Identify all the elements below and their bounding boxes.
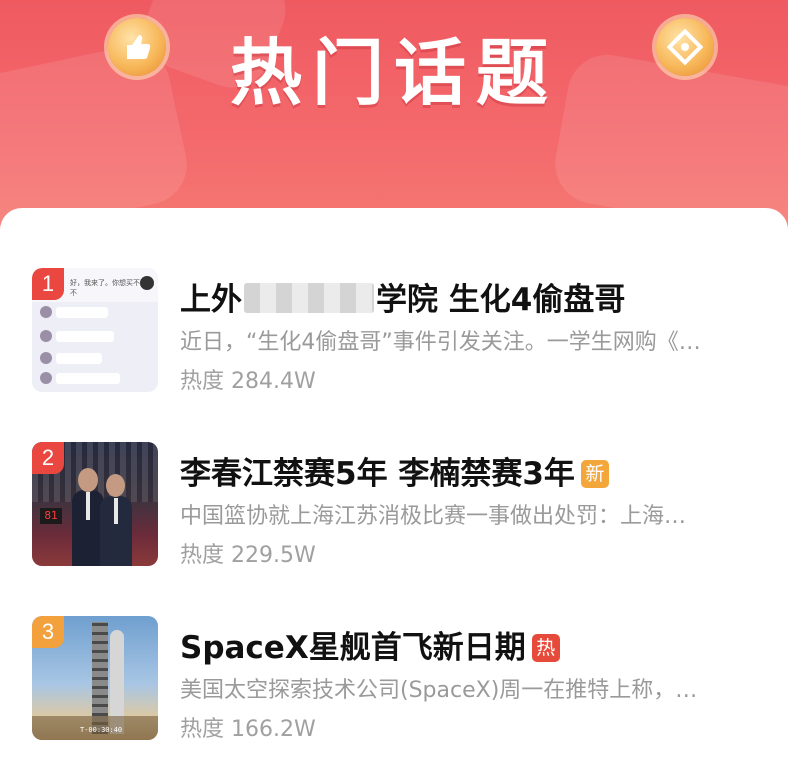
person-head [106, 474, 125, 497]
topic-title[interactable]: 上外 学院 生化4偷盘哥 [180, 274, 625, 319]
chat-bubble [56, 307, 108, 318]
new-tag: 新 [580, 460, 609, 488]
scoreboard: 81 [40, 508, 62, 524]
topic-thumbnail-rocket: T-00:30:40 3 [32, 616, 158, 740]
topic-title-text: 李春江禁赛5年 李楠禁赛3年 [180, 456, 575, 492]
heat-count: 热度 284.4W [180, 369, 316, 394]
avatar [140, 276, 154, 290]
chat-bubble [56, 373, 120, 384]
rank-badge: 2 [32, 442, 64, 474]
topic-title-text: SpaceX星舰首飞新日期 [180, 630, 526, 666]
shirt [86, 492, 90, 520]
topic-description: 美国太空探索技术公司(SpaceX)周一在推特上称，… [180, 678, 698, 703]
chat-bubble [56, 353, 102, 364]
chat-bubble [56, 331, 114, 342]
avatar [40, 372, 52, 384]
topic-item-3[interactable]: T-00:30:40 3 SpaceX星舰首飞新日期热 美国太空探索技术公司(S… [32, 616, 772, 742]
topic-title-start: 上外 [180, 282, 242, 318]
avatar [40, 306, 52, 318]
person-head [78, 468, 98, 492]
topic-description: 中国篮协就上海江苏消极比赛一事做出处罚：上海… [180, 504, 687, 529]
topic-description: 近日，“生化4偷盘哥”事件引发关注。一学生网购《… [180, 330, 701, 355]
topic-thumbnail-chat: 好，我来了。你想买不还是不 1 [32, 268, 158, 392]
topic-list: 好，我来了。你想买不还是不 1 上外 学院 生化4偷盘哥 近日，“生化4偷盘哥”事… [0, 208, 788, 763]
page-title: 热门话题 [229, 31, 558, 115]
topic-item-2[interactable]: 81 2 李春江禁赛5年 李楠禁赛3年新 中国篮协就上海江苏消极比赛一事做出处罚… [32, 442, 772, 568]
redacted-text [244, 283, 374, 313]
hot-tag: 热 [531, 634, 560, 662]
hot-topics-banner: 热门话题 [0, 0, 788, 240]
topic-item-1[interactable]: 好，我来了。你想买不还是不 1 上外 学院 生化4偷盘哥 近日，“生化4偷盘哥”事… [32, 268, 772, 394]
heat-count: 热度 166.2W [180, 717, 316, 742]
countdown-timestamp: T-00:30:40 [80, 726, 123, 734]
rank-badge: 1 [32, 268, 64, 300]
topic-thumbnail-basketball: 81 2 [32, 442, 158, 566]
avatar [40, 330, 52, 342]
shirt [114, 498, 118, 524]
avatar [40, 352, 52, 364]
topic-title[interactable]: 李春江禁赛5年 李楠禁赛3年新 [180, 448, 609, 493]
topic-title-end: 学院 生化4偷盘哥 [376, 282, 626, 318]
topic-title[interactable]: SpaceX星舰首飞新日期热 [180, 622, 560, 667]
heat-count: 热度 229.5W [180, 543, 316, 568]
rank-badge: 3 [32, 616, 64, 648]
